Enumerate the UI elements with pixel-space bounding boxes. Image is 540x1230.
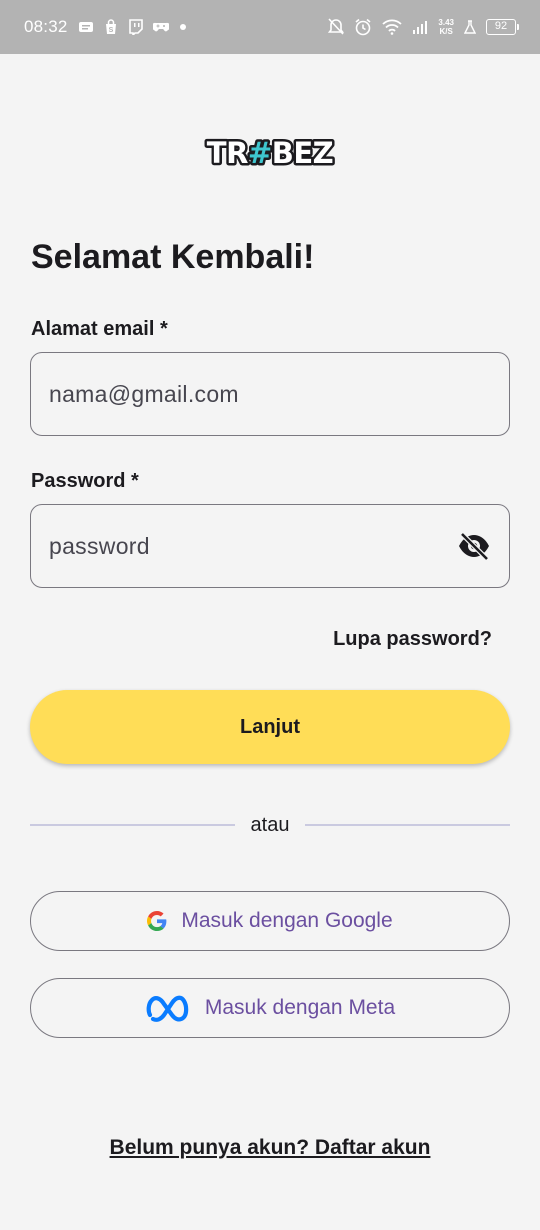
- shopping-bag-icon: S: [104, 19, 118, 35]
- network-speed: 3.43 K/S: [438, 18, 454, 36]
- meta-signin-label: Masuk dengan Meta: [204, 996, 396, 1019]
- google-signin-button[interactable]: Masuk dengan Google: [30, 891, 510, 951]
- alarm-icon: [354, 18, 372, 36]
- flask-icon: [464, 20, 476, 34]
- password-field-container[interactable]: [30, 504, 510, 588]
- password-field[interactable]: [49, 532, 457, 560]
- twitch-icon: [128, 19, 143, 35]
- google-icon: [147, 911, 167, 931]
- divider-line-left: [30, 824, 235, 826]
- divider-text: atau: [250, 813, 290, 836]
- page-title: Selamat Kembali!: [31, 238, 315, 276]
- wifi-icon: [382, 19, 403, 35]
- gamepad-icon: [152, 21, 169, 33]
- signup-link[interactable]: Belum punya akun? Daftar akun: [0, 1136, 540, 1160]
- status-bar: 08:32 S 3.43 K/S 92: [0, 0, 540, 54]
- notification-dot-icon: [179, 23, 187, 31]
- meta-signin-button[interactable]: Masuk dengan Meta: [30, 978, 510, 1038]
- divider: atau: [30, 812, 510, 838]
- password-label: Password *: [31, 470, 139, 492]
- email-label: Alamat email *: [31, 318, 168, 340]
- meta-icon: [145, 993, 191, 1023]
- svg-text:TR#BEZ: TR#BEZ: [207, 136, 333, 168]
- svg-text:S: S: [108, 27, 113, 34]
- signal-icon: [412, 20, 428, 34]
- google-signin-label: Masuk dengan Google: [181, 909, 393, 932]
- message-icon: [78, 21, 94, 33]
- app-logo: TR#BEZ TR#BEZ: [202, 134, 338, 173]
- visibility-off-icon[interactable]: [457, 528, 491, 564]
- forgot-password-link[interactable]: Lupa password?: [333, 628, 492, 651]
- mute-bell-icon: [328, 18, 345, 36]
- email-field-container[interactable]: [30, 352, 510, 436]
- divider-line-right: [305, 824, 510, 826]
- status-time: 08:32: [24, 17, 68, 36]
- email-field[interactable]: [49, 380, 491, 408]
- continue-button[interactable]: Lanjut: [30, 690, 510, 764]
- battery-indicator: 92: [486, 19, 519, 35]
